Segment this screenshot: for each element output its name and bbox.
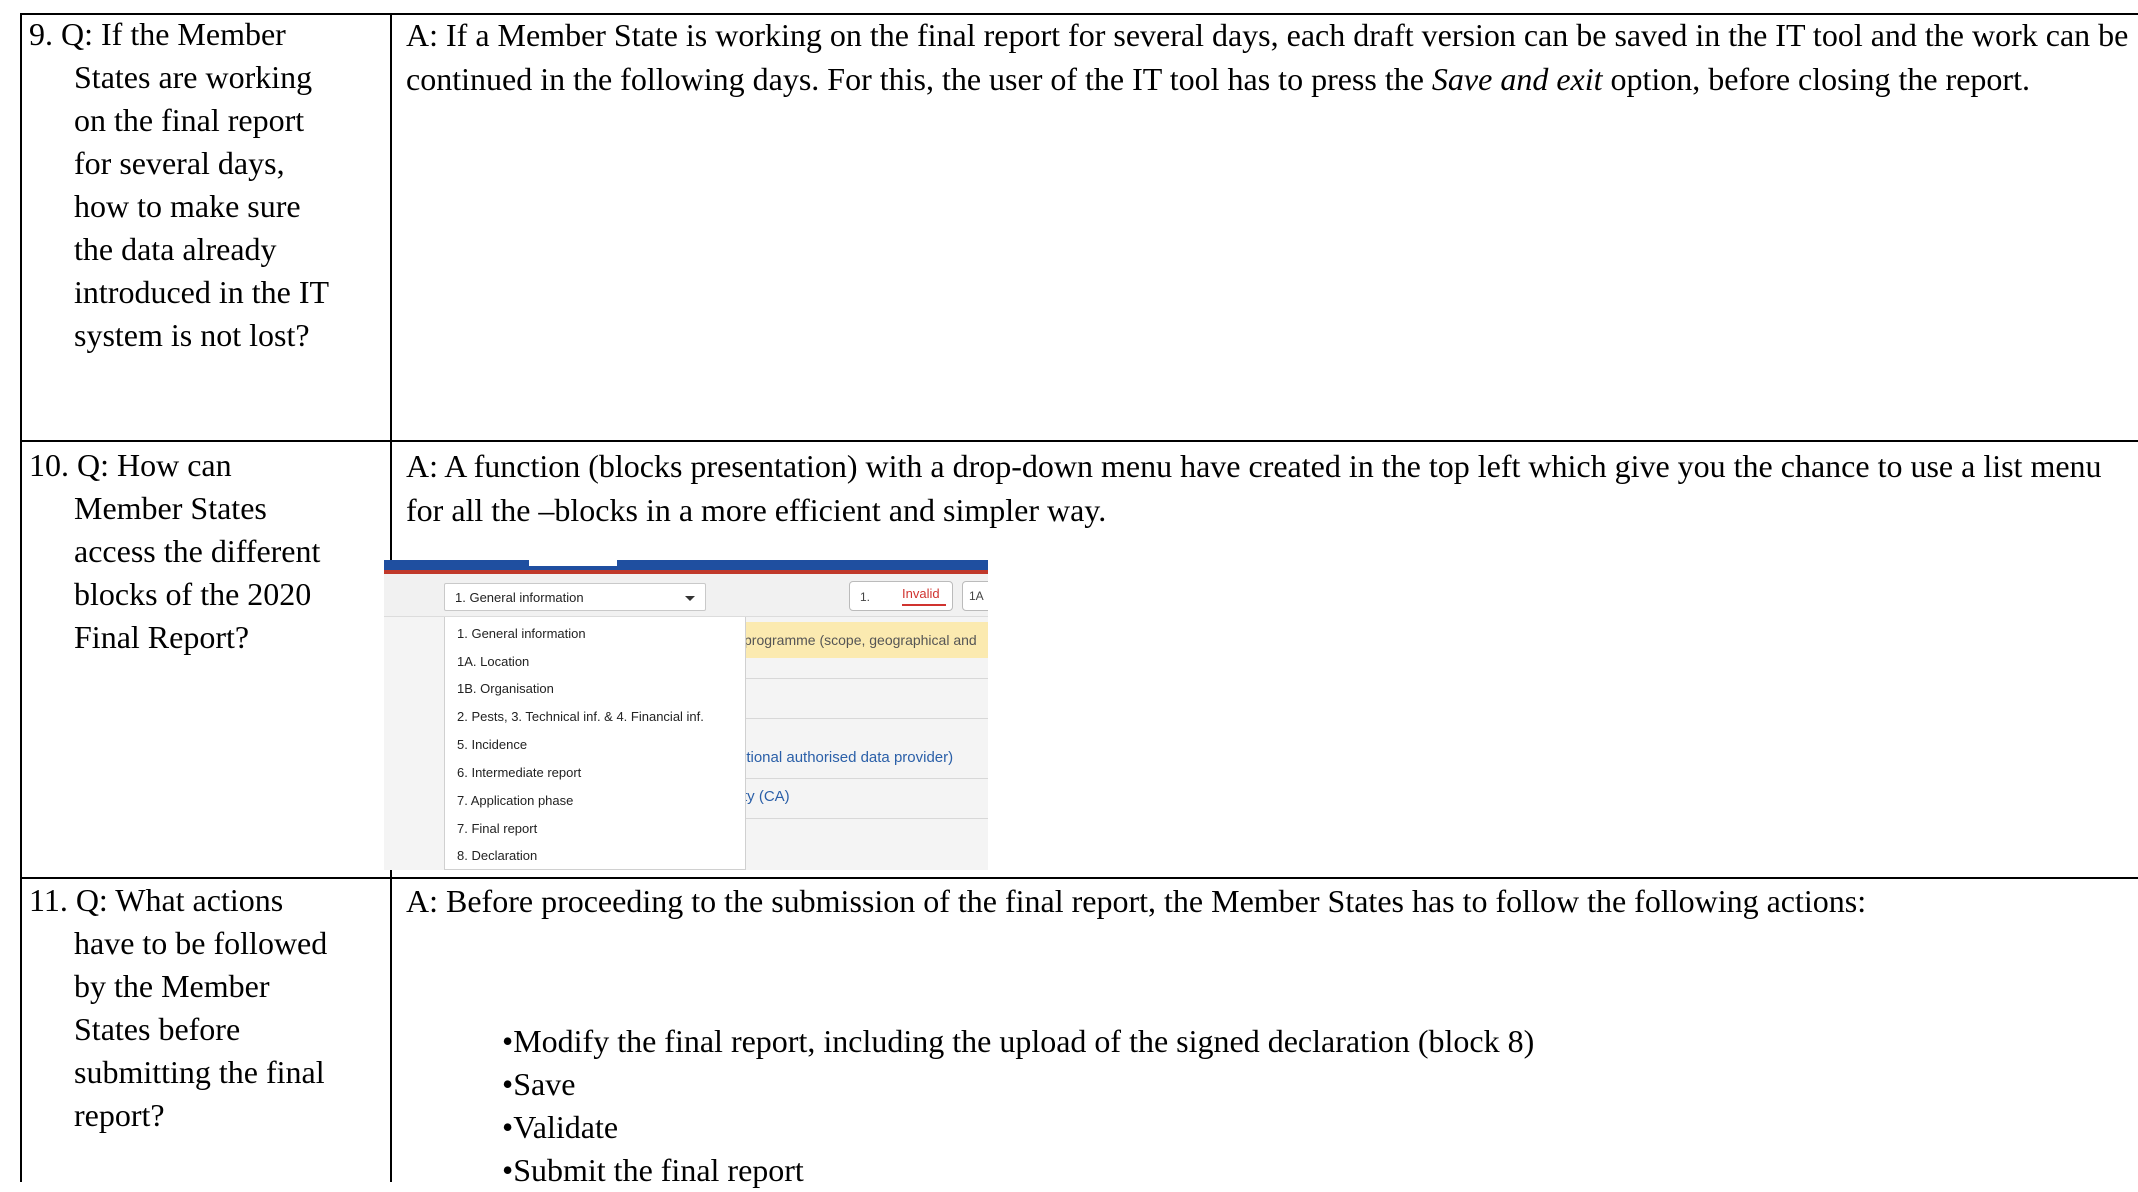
question-line: Member States bbox=[74, 490, 267, 526]
question-line: submitting the final bbox=[74, 1054, 325, 1090]
chevron-down-icon[interactable] bbox=[685, 596, 695, 601]
question-line: report? bbox=[74, 1097, 165, 1133]
action-item: •Save bbox=[502, 1066, 576, 1102]
form-link[interactable]: itional authorised data provider) bbox=[743, 749, 953, 766]
form-divider bbox=[744, 718, 988, 719]
question-line: access the different bbox=[74, 533, 321, 569]
validation-status[interactable]: 1. Invalid bbox=[849, 581, 953, 611]
validation-status-2[interactable]: 1A bbox=[962, 581, 988, 611]
form-divider bbox=[744, 678, 988, 679]
action-list: •Modify the final report, including the … bbox=[502, 1020, 1534, 1192]
status-number: 1. bbox=[860, 590, 871, 604]
invalid-label: Invalid bbox=[902, 586, 940, 601]
blocks-menu-screenshot: 1. General information 1. Invalid 1A pro… bbox=[384, 560, 988, 870]
invalid-underline bbox=[902, 604, 946, 606]
form-divider bbox=[744, 778, 988, 779]
header-tab bbox=[529, 560, 617, 566]
answer-text: option, before closing the report. bbox=[1602, 61, 2030, 97]
menu-item-incidence[interactable]: 5. Incidence bbox=[457, 737, 527, 752]
question-line: how to make sure bbox=[74, 188, 301, 224]
menu-item-general-information[interactable]: 1. General information bbox=[457, 626, 586, 641]
answer-11: A: Before proceeding to the submission o… bbox=[406, 883, 1867, 919]
faq-table: 9. Q: If the Member States are working o… bbox=[20, 13, 2138, 1188]
question-line: 9. Q: If the Member bbox=[29, 16, 286, 52]
question-line: for several days, bbox=[74, 145, 285, 181]
blocks-dropdown-menu: 1. General information 1A. Location 1B. … bbox=[444, 617, 746, 870]
question-line: States are working bbox=[74, 59, 313, 95]
question-line: have to be followed bbox=[74, 925, 328, 961]
answer-9: A: If a Member State is working on the f… bbox=[406, 13, 2131, 101]
action-item: •Modify the final report, including the … bbox=[502, 1023, 1535, 1059]
question-line: system is not lost? bbox=[74, 317, 310, 353]
answer-10: A: A function (blocks presentation) with… bbox=[406, 448, 2102, 528]
save-and-exit-emphasis: Save and exit bbox=[1431, 61, 1603, 97]
menu-item-final-report[interactable]: 7. Final report bbox=[457, 821, 537, 836]
column-divider bbox=[20, 13, 22, 1182]
question-line: blocks of the 2020 bbox=[74, 576, 312, 612]
menu-item-pests-technical-financial[interactable]: 2. Pests, 3. Technical inf. & 4. Financi… bbox=[457, 709, 704, 724]
blocks-dropdown[interactable]: 1. General information bbox=[444, 583, 706, 611]
selected-block: 1. General information bbox=[455, 590, 584, 605]
status2-label: 1A bbox=[969, 589, 984, 603]
question-line: the data already bbox=[74, 231, 277, 267]
menu-item-organisation[interactable]: 1B. Organisation bbox=[457, 681, 554, 696]
menu-item-location[interactable]: 1A. Location bbox=[457, 654, 529, 669]
question-line: by the Member bbox=[74, 968, 270, 1004]
menu-item-application-phase[interactable]: 7. Application phase bbox=[457, 793, 573, 808]
form-link[interactable]: ty (CA) bbox=[743, 788, 790, 805]
question-9: 9. Q: If the Member States are working o… bbox=[29, 13, 389, 357]
question-10: 10. Q: How can Member States access the … bbox=[29, 444, 389, 659]
menu-item-intermediate-report[interactable]: 6. Intermediate report bbox=[457, 765, 581, 780]
question-line: 10. Q: How can bbox=[29, 447, 232, 483]
question-11: 11. Q: What actions have to be followed … bbox=[29, 879, 389, 1137]
form-divider bbox=[744, 818, 988, 819]
question-line: Final Report? bbox=[74, 619, 250, 655]
row-divider bbox=[20, 440, 2138, 442]
action-item: •Submit the final report bbox=[502, 1152, 804, 1188]
question-line: introduced in the IT bbox=[74, 274, 330, 310]
banner-text: programme (scope, geographical and bbox=[744, 632, 977, 648]
section-banner: programme (scope, geographical and bbox=[744, 622, 988, 658]
header-bar bbox=[384, 560, 988, 570]
action-item: •Validate bbox=[502, 1109, 619, 1145]
question-line: 11. Q: What actions bbox=[29, 882, 284, 918]
menu-item-declaration[interactable]: 8. Declaration bbox=[457, 848, 537, 863]
question-line: States before bbox=[74, 1011, 241, 1047]
question-line: on the final report bbox=[74, 102, 305, 138]
